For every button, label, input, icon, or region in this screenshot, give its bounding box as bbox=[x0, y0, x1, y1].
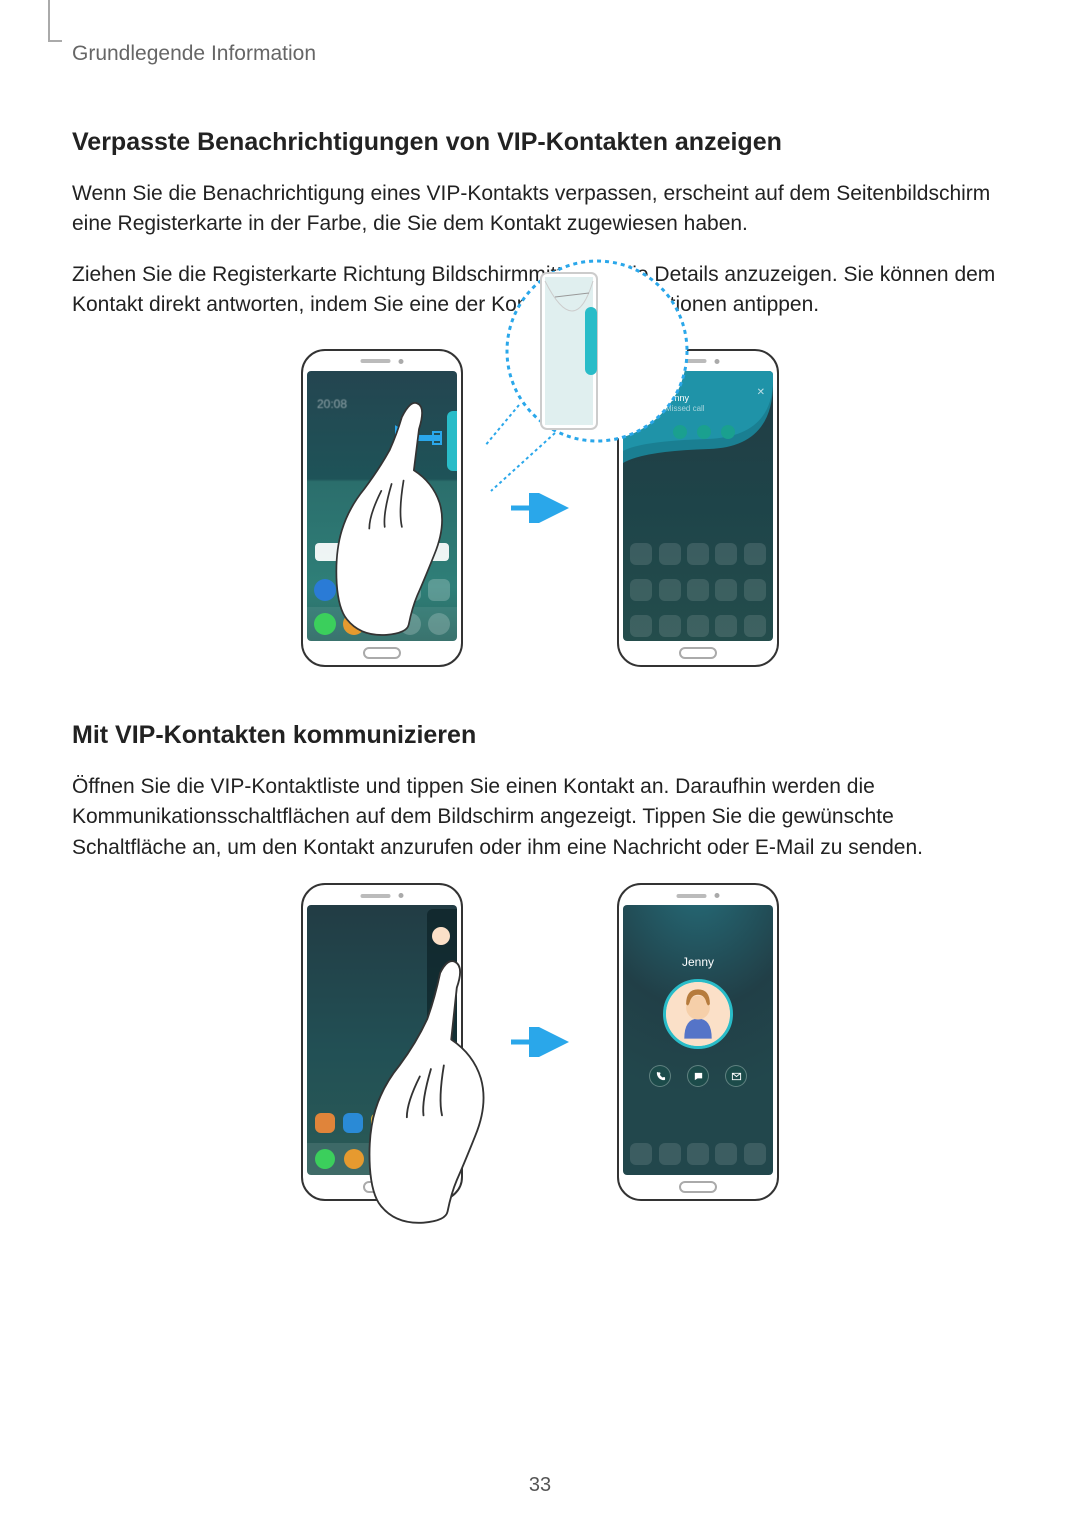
email-icon bbox=[721, 425, 735, 439]
email-icon bbox=[725, 1065, 747, 1087]
contact-avatar-large bbox=[663, 979, 733, 1049]
figure2-left-phone bbox=[301, 883, 463, 1201]
figure1-left-screen: 20:08 bbox=[307, 371, 457, 641]
zoom-circle bbox=[485, 255, 695, 515]
edge-people-panel bbox=[427, 909, 457, 1171]
contact-name-label: Jenny bbox=[623, 955, 773, 969]
search-bar-placeholder bbox=[315, 543, 449, 561]
clock-widget: 20:08 bbox=[317, 397, 347, 411]
section1-title: Verpasste Benachrichtigungen von VIP-Kon… bbox=[72, 128, 1008, 157]
phone-top-sensors bbox=[361, 359, 404, 364]
page-content: Grundlegende Information Verpasste Benac… bbox=[0, 0, 1080, 1201]
section1-p1: Wenn Sie die Benachrichtigung eines VIP-… bbox=[72, 179, 1008, 240]
contact-avatar-small bbox=[432, 927, 450, 945]
edge-panel-tab bbox=[447, 411, 457, 471]
figure1-left-phone: 20:08 bbox=[301, 349, 463, 667]
figure2-left-screen bbox=[307, 905, 457, 1175]
contact-action-buttons bbox=[623, 1065, 773, 1087]
message-icon bbox=[687, 1065, 709, 1087]
dock-icons bbox=[307, 1143, 457, 1175]
home-button-icon bbox=[363, 647, 401, 659]
swipe-left-arrow-icon bbox=[395, 425, 443, 451]
chapter-heading: Grundlegende Information bbox=[72, 42, 1008, 66]
phone-icon bbox=[649, 1065, 671, 1087]
message-icon bbox=[697, 425, 711, 439]
page-number: 33 bbox=[0, 1474, 1080, 1497]
app-row-icons bbox=[307, 579, 457, 601]
close-icon: ✕ bbox=[757, 387, 765, 398]
page-corner-mark bbox=[48, 0, 62, 42]
figure2-left-wrap bbox=[301, 883, 463, 1201]
section2-p1: Öffnen Sie die VIP-Kontaktliste und tipp… bbox=[72, 772, 1008, 863]
figure1-left-wrap: 20:08 bbox=[301, 349, 463, 667]
figure2-right-screen: Jenny bbox=[623, 905, 773, 1175]
app-row-icons bbox=[311, 1113, 423, 1133]
dock-icons bbox=[307, 607, 457, 641]
figure2-right-phone: Jenny bbox=[617, 883, 779, 1201]
arrow-right-icon bbox=[509, 1027, 571, 1057]
section2-title: Mit VIP-Kontakten kommunizieren bbox=[72, 721, 1008, 750]
figure1: 20:08 bbox=[72, 349, 1008, 667]
figure2: Jenny bbox=[72, 883, 1008, 1201]
